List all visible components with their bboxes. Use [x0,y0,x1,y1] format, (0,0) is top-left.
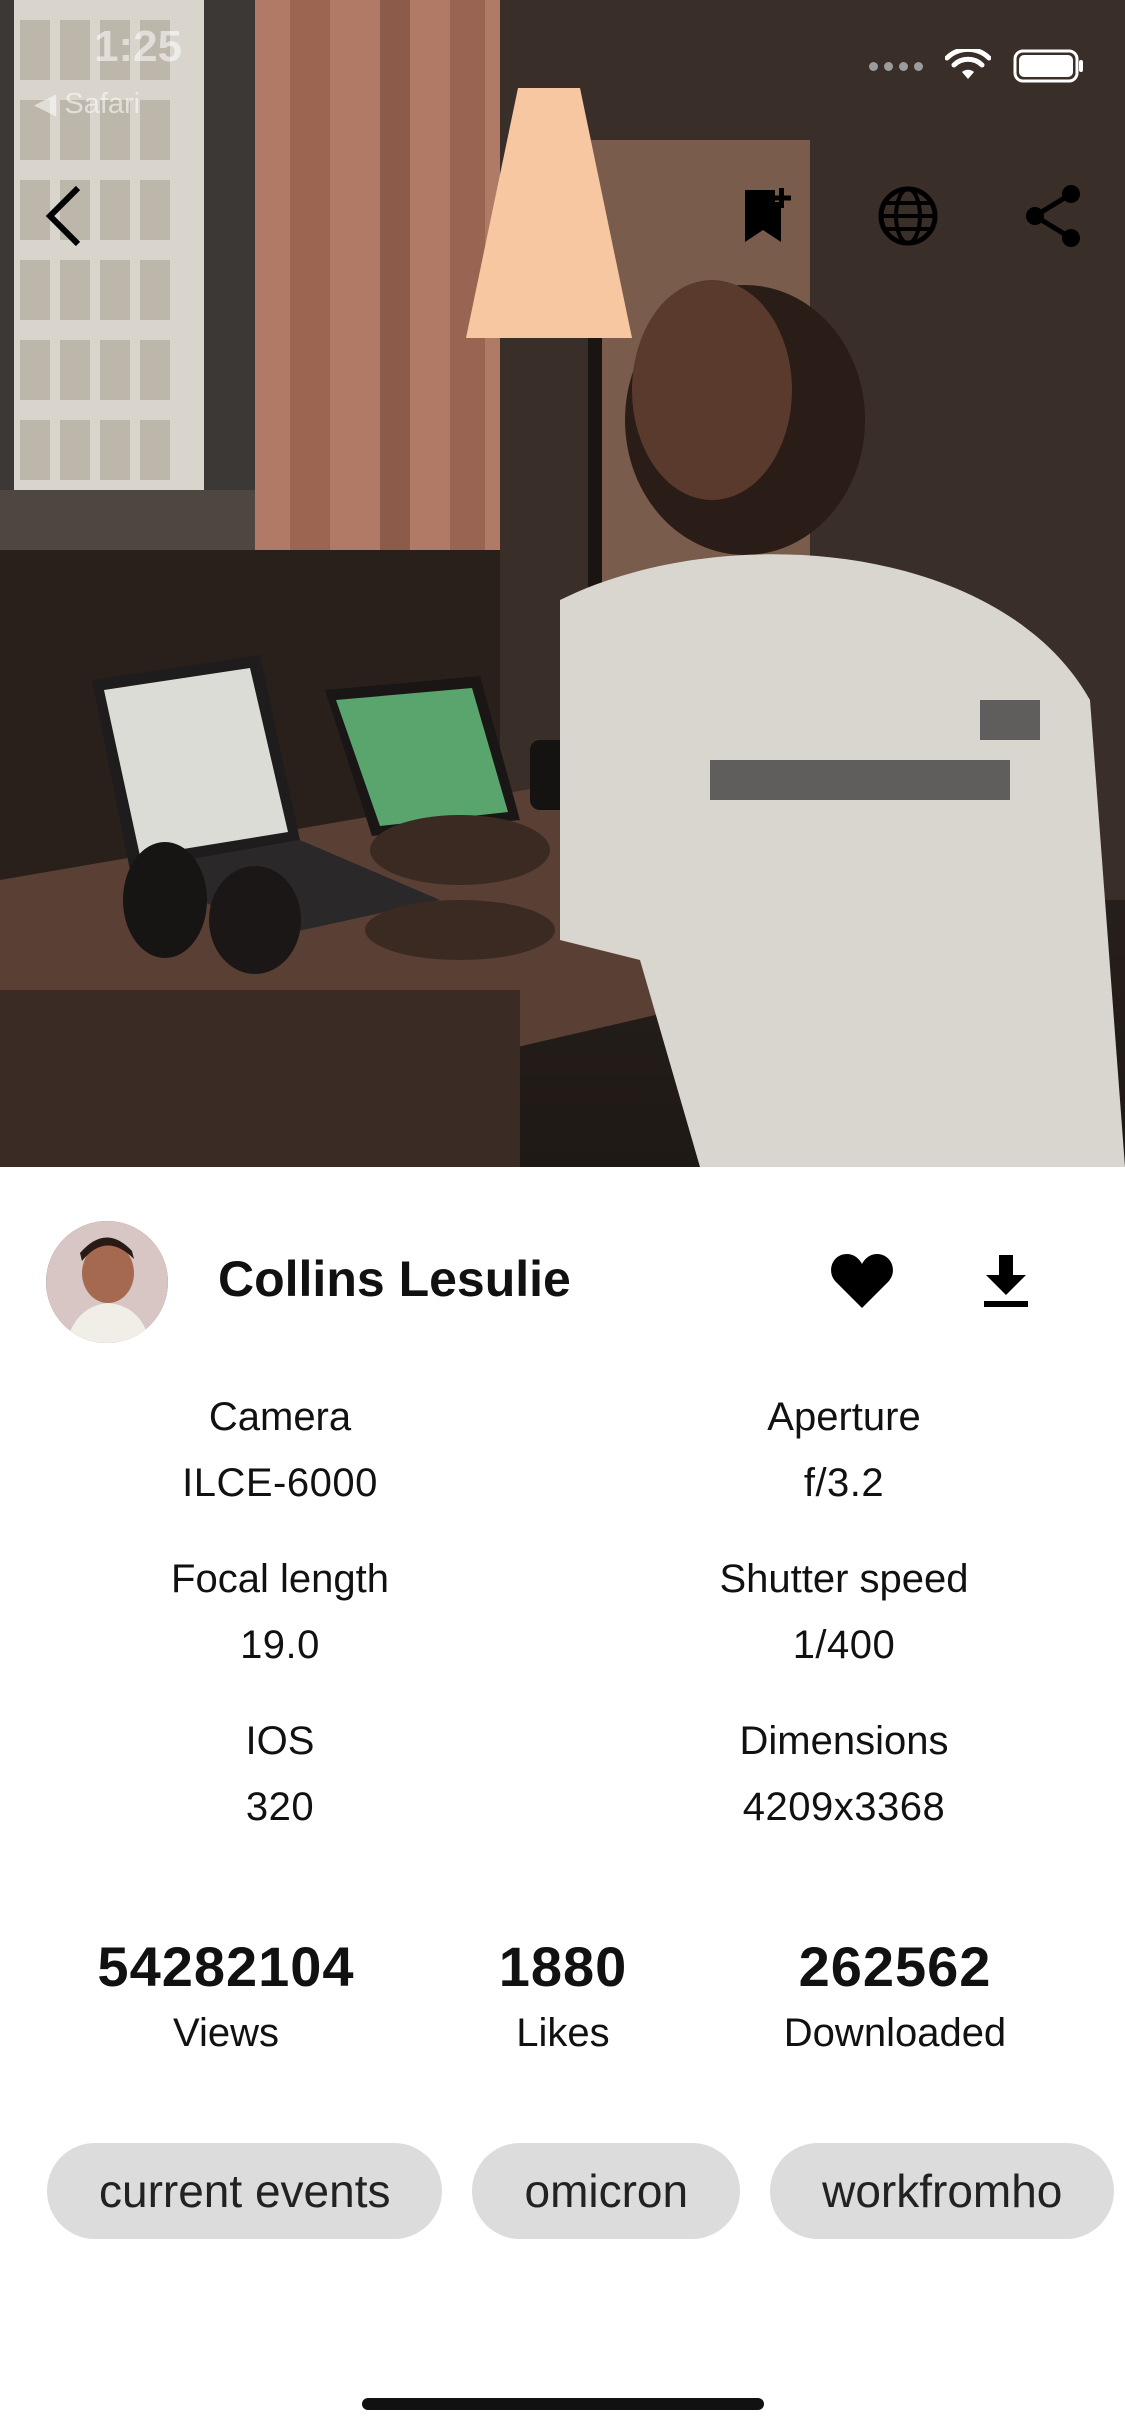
meta-value: 19.0 [240,1623,320,1667]
tag-chip[interactable]: current events [47,2143,443,2239]
home-indicator[interactable] [362,2398,764,2410]
download-button[interactable] [970,1245,1042,1317]
meta-value: 320 [245,1785,315,1829]
meta-value: f/3.2 [803,1461,885,1505]
chevron-left-icon [45,185,81,247]
globe-icon [878,186,938,246]
hero-photo: 1:25 ◀ Safari [0,0,1125,1167]
meta-value: 1/400 [792,1623,896,1667]
meta-shutter-speed: Shutter speed 1/400 [634,1554,1054,1670]
back-to-app-link[interactable]: ◀ Safari [34,86,140,121]
bookmark-add-icon [745,188,791,242]
meta-label: Camera [208,1395,352,1439]
meta-aperture: Aperture f/3.2 [634,1392,1054,1508]
meta-label: IOS [245,1719,315,1763]
battery-icon [1013,49,1083,83]
signal-icon [869,61,923,71]
meta-label: Aperture [767,1395,921,1439]
heart-icon [831,1254,893,1308]
tag-list: current events omicron workfromho [47,2143,1115,2239]
stat-views: 54282104 Views [56,1934,396,2056]
bookmark-button[interactable] [728,176,808,256]
meta-value: ILCE-6000 [182,1461,378,1505]
likes-label: Likes [516,2011,610,2055]
views-label: Views [173,2011,279,2055]
downloads-label: Downloaded [783,2011,1007,2055]
meta-iso: IOS 320 [70,1716,490,1832]
tag-chip[interactable]: workfromho [770,2143,1115,2239]
wifi-icon [945,49,991,79]
stat-likes: 1880 Likes [393,1934,733,2056]
avatar-image [46,1221,168,1343]
stat-downloads: 262562 Downloaded [725,1934,1065,2056]
photo-scene [0,0,1125,1167]
like-button[interactable] [826,1245,898,1317]
meta-camera: Camera ILCE-6000 [70,1392,490,1508]
likes-count: 1880 [498,1935,628,1998]
share-icon [1026,185,1080,247]
downloads-count: 262562 [798,1935,992,1998]
back-button[interactable] [24,176,104,256]
meta-label: Shutter speed [719,1557,969,1601]
status-time: 1:25 [94,22,183,71]
download-icon [984,1255,1028,1307]
avatar[interactable] [46,1221,168,1343]
globe-button[interactable] [868,176,948,256]
meta-label: Focal length [171,1557,389,1601]
meta-value: 4209x3368 [742,1785,946,1829]
views-count: 54282104 [97,1935,355,1998]
share-button[interactable] [1013,176,1093,256]
status-icons [869,48,1085,84]
meta-dimensions: Dimensions 4209x3368 [634,1716,1054,1832]
author-name[interactable]: Collins Lesulie [218,1250,571,1308]
meta-label: Dimensions [739,1719,949,1763]
meta-focal-length: Focal length 19.0 [70,1554,490,1670]
tag-chip[interactable]: omicron [472,2143,741,2239]
